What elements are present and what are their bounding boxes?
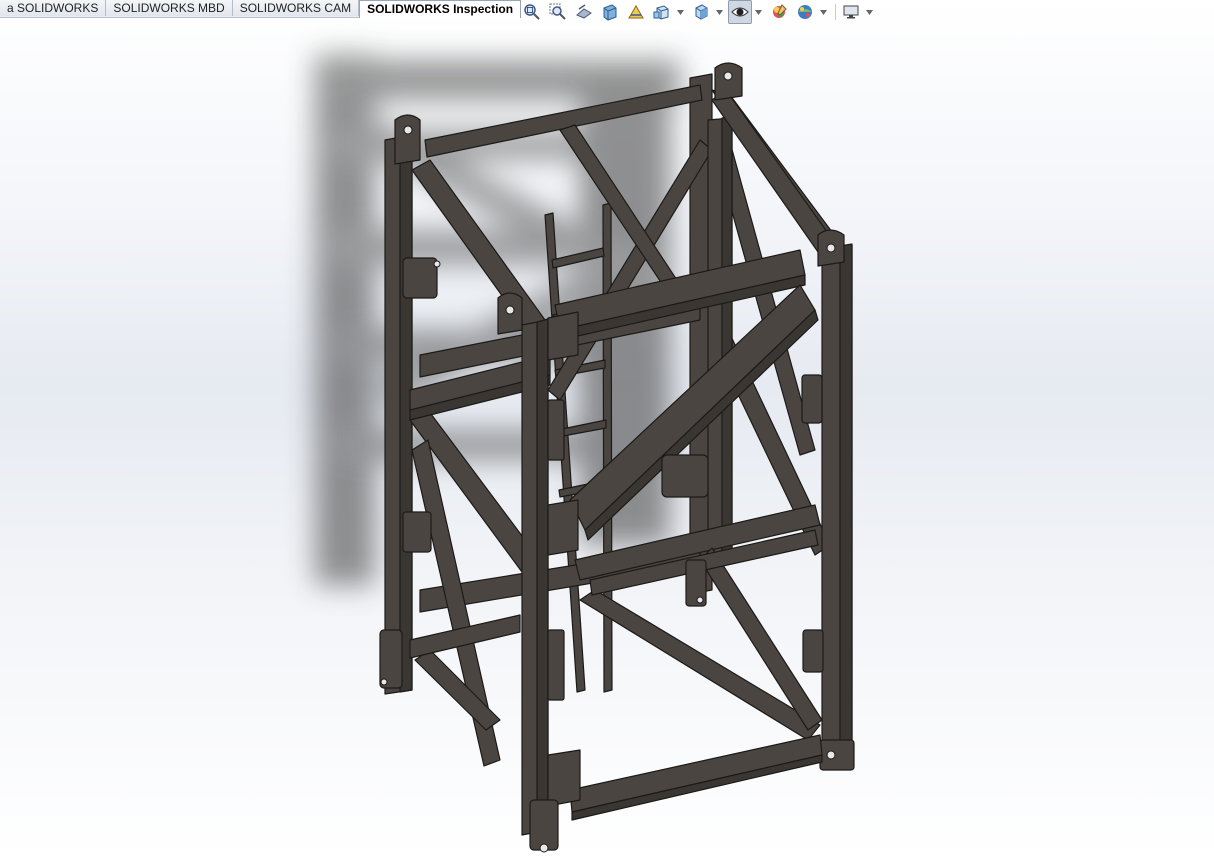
graphics-area[interactable]: a SOLIDWORKS SOLIDWORKS MBD SOLIDWORKS C… [0,0,1214,858]
view-settings-dropdown[interactable] [865,1,874,23]
edit-appearance-icon [773,4,787,18]
display-style-button[interactable] [689,0,713,24]
apply-scene-dropdown[interactable] [819,1,828,23]
chevron-down-icon [716,9,723,15]
edit-appearance-button[interactable] [767,0,791,24]
command-manager-tabs: a SOLIDWORKS SOLIDWORKS MBD SOLIDWORKS C… [0,0,522,18]
zoom-to-fit-button[interactable] [520,0,544,24]
display-style-dropdown[interactable] [715,1,724,23]
zoom-to-fit-icon [524,4,540,20]
display-style-icon [695,4,708,20]
previous-view-icon [576,4,592,19]
heads-up-view-toolbar [520,0,878,24]
toolbar-separator [835,4,836,20]
tab-solidworks-inspection[interactable]: SOLIDWORKS Inspection [359,0,522,18]
monitor-icon [843,5,859,19]
tab-solidworks-addins[interactable]: a SOLIDWORKS [0,0,107,16]
apply-scene-icon [798,5,812,19]
tab-solidworks-mbd[interactable]: SOLIDWORKS MBD [106,0,233,16]
section-view-icon [603,4,617,21]
apply-scene-button[interactable] [793,0,817,24]
zoom-to-area-icon [549,3,566,20]
view-orientation-icon [653,5,669,20]
chevron-down-icon [677,9,684,15]
view-orientation-dropdown[interactable] [676,1,685,23]
view-orientation-button[interactable] [650,0,674,24]
eye-icon [731,7,749,17]
section-view-button[interactable] [598,0,622,24]
tab-solidworks-cam[interactable]: SOLIDWORKS CAM [232,0,360,16]
hide-show-items-dropdown[interactable] [754,1,763,23]
chevron-down-icon [820,9,827,15]
view-settings-button[interactable] [839,0,863,24]
hide-show-items-button[interactable] [728,0,752,24]
previous-view-button[interactable] [572,0,596,24]
chevron-down-icon [866,9,873,15]
tower-mast-section-model[interactable] [0,0,1214,858]
dynamic-annotation-icon [628,5,644,19]
chevron-down-icon [755,9,762,15]
zoom-to-area-button[interactable] [546,0,570,24]
dynamic-annotation-button[interactable] [624,0,648,24]
